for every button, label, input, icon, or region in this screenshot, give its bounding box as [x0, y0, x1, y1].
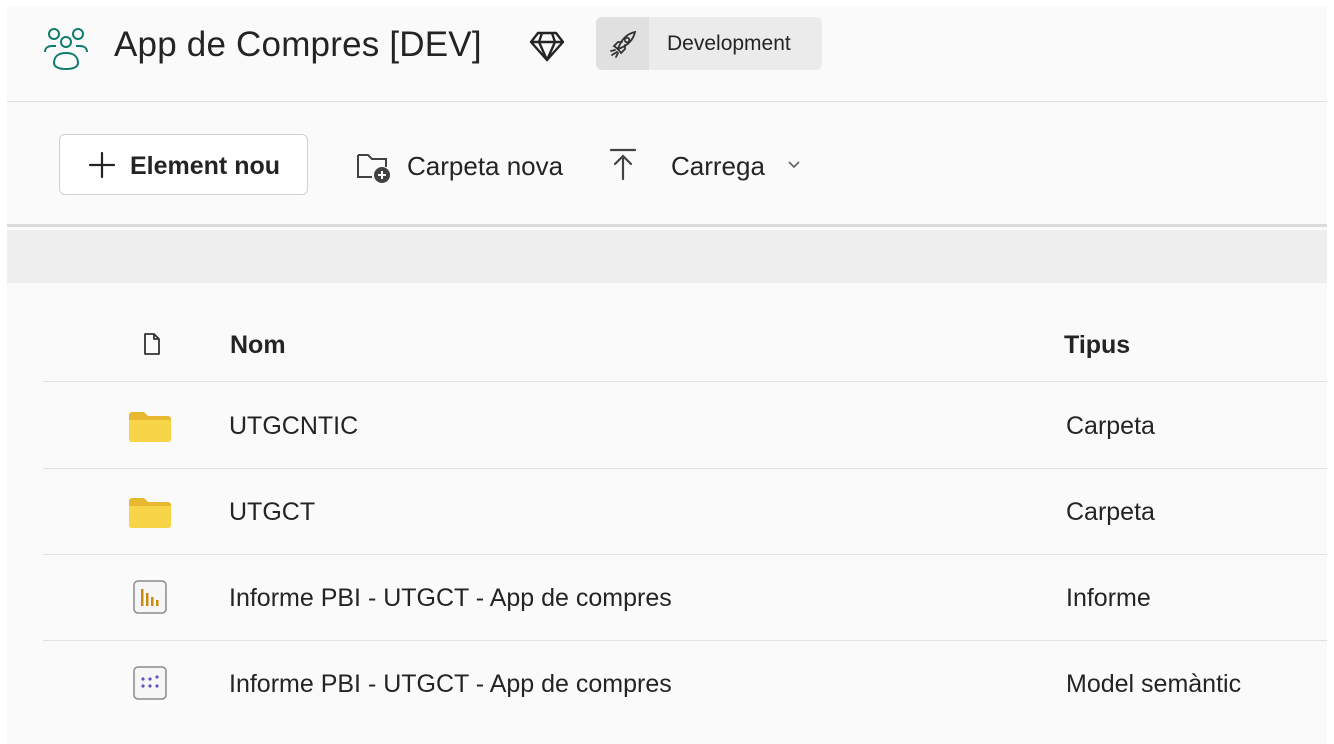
chevron-down-icon	[788, 161, 800, 169]
workspace-title: App de Compres [DEV]	[114, 25, 482, 64]
item-type: Carpeta	[1066, 412, 1155, 440]
semantic-model-icon	[133, 666, 167, 700]
new-folder-button[interactable]: Carpeta nova	[352, 134, 577, 195]
new-item-label: Element nou	[130, 152, 281, 180]
workspace-header: App de Compres [DEV] Development	[7, 7, 1327, 102]
folder-icon	[129, 412, 171, 442]
folder-icon	[129, 498, 171, 528]
column-header-type[interactable]: Tipus	[1064, 331, 1130, 360]
workspace-people-icon	[44, 28, 88, 71]
column-header-name[interactable]: Nom	[230, 331, 286, 360]
stage-badge[interactable]: Development	[596, 17, 822, 70]
item-name[interactable]: Informe PBI - UTGCT - App de compres	[229, 670, 672, 699]
item-name[interactable]: Informe PBI - UTGCT - App de compres	[229, 584, 672, 613]
badge-icon-box	[596, 17, 649, 70]
rocket-icon	[610, 30, 637, 58]
new-folder-label: Carpeta nova	[407, 151, 564, 181]
file-type-icon	[144, 333, 160, 355]
list-item[interactable]: Informe PBI - UTGCT - App de compres Mod…	[43, 641, 1327, 727]
list-item[interactable]: UTGCNTIC Carpeta	[43, 383, 1327, 469]
item-name[interactable]: UTGCNTIC	[229, 412, 358, 441]
list-item[interactable]: Informe PBI - UTGCT - App de compres Inf…	[43, 555, 1327, 641]
list-item[interactable]: UTGCT Carpeta	[43, 469, 1327, 555]
stage-badge-label: Development	[667, 32, 791, 55]
app-frame: App de Compres [DEV] Development Element…	[7, 7, 1327, 744]
report-icon	[133, 580, 167, 614]
item-type: Carpeta	[1066, 498, 1155, 526]
upload-label: Carrega	[671, 151, 765, 181]
item-type: Informe	[1066, 584, 1151, 612]
diamond-icon	[529, 31, 565, 62]
upload-icon	[609, 148, 637, 181]
new-item-button[interactable]: Element nou	[59, 134, 308, 195]
plus-icon	[88, 151, 116, 179]
list-header: Nom Tipus	[43, 283, 1327, 382]
upload-button[interactable]: Carrega	[607, 134, 817, 195]
item-type: Model semàntic	[1066, 670, 1242, 698]
item-name[interactable]: UTGCT	[229, 498, 315, 527]
command-toolbar: Element nou Carpeta nova Carrega	[7, 103, 1327, 227]
folder-add-icon	[357, 154, 390, 183]
item-list: Nom Tipus UTGCNTIC Carpeta UTGCT Carpeta	[7, 283, 1327, 744]
filter-band	[7, 230, 1327, 283]
